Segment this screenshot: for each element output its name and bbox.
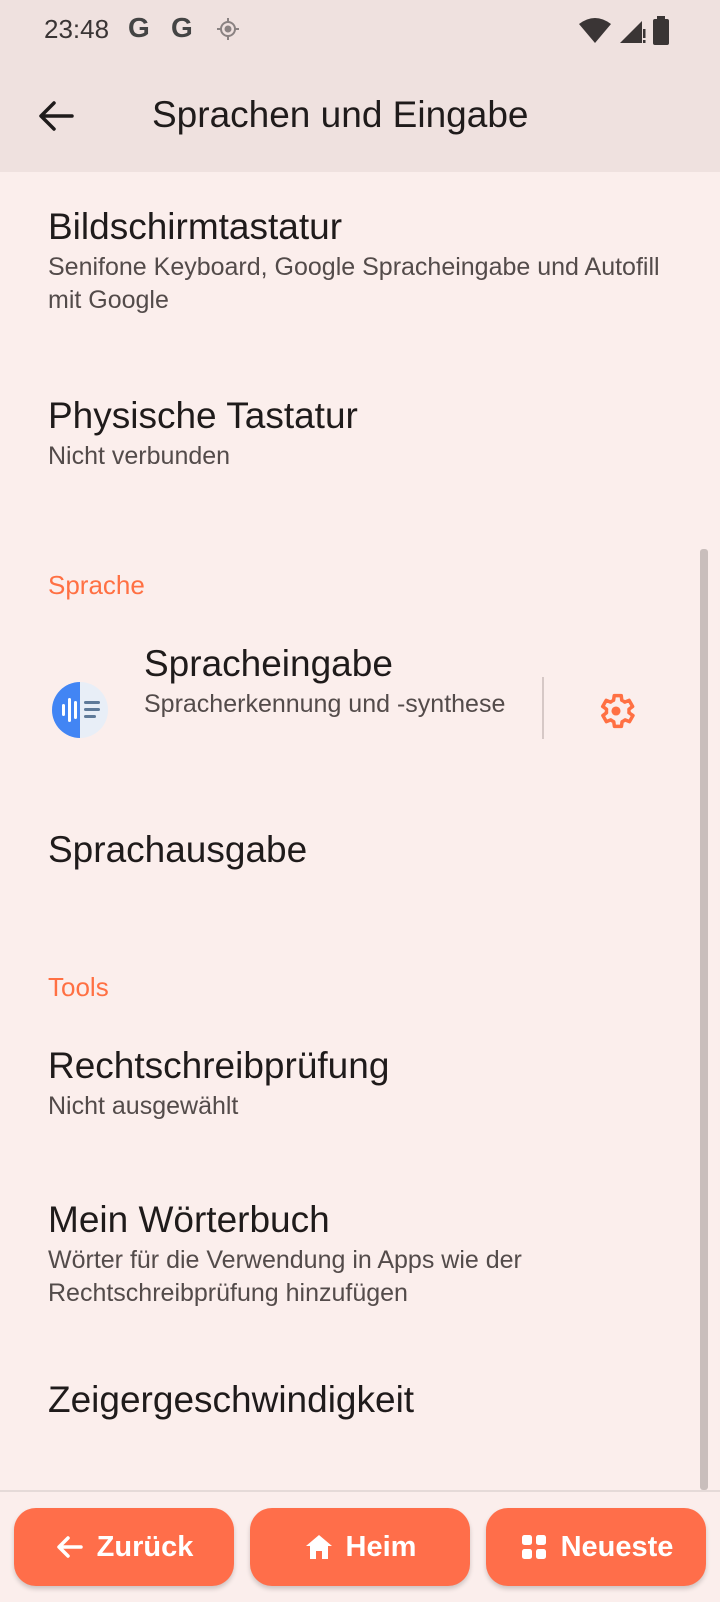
status-time: 23:48 [44,14,110,44]
setting-title: Spracheingabe [144,643,393,684]
app-bar: Sprachen und Eingabe [0,62,720,172]
recent-button[interactable]: Neueste [486,1508,706,1586]
setting-onscreen-keyboard[interactable]: Bildschirmtastatur Senifone Keyboard, Go… [48,205,680,317]
google-notification-icon-2: G [171,12,193,43]
setting-spellcheck[interactable]: Rechtschreibprüfung Nicht ausgewählt [48,1044,680,1123]
setting-title: Zeigergeschwindigkeit [48,1379,415,1420]
arrow-left-icon [56,1536,83,1558]
setting-subtitle: Senifone Keyboard, Google Spracheingabe … [48,253,660,314]
battery-icon [653,16,669,45]
setting-title: Physische Tastatur [48,395,358,436]
setting-subtitle: Nicht verbunden [48,442,231,470]
gear-icon[interactable] [595,690,637,732]
home-button-label: Heim [345,1530,417,1563]
google-notification-icon: G [128,12,150,43]
settings-list[interactable]: Bildschirmtastatur Senifone Keyboard, Go… [0,172,720,1490]
setting-subtitle: Spracherkennung und -synthese [144,690,506,718]
setting-tts[interactable]: Sprachausgabe [48,828,680,872]
back-arrow-icon[interactable] [36,96,76,136]
setting-title: Bildschirmtastatur [48,206,343,247]
wifi-icon [579,18,611,43]
setting-dictionary[interactable]: Mein Wörterbuch Wörter für die Verwendun… [48,1198,680,1310]
setting-title: Rechtschreibprüfung [48,1045,390,1086]
setting-subtitle: Nicht ausgewählt [48,1092,239,1120]
home-icon [305,1535,332,1559]
grid-icon [521,1535,546,1559]
setting-voice-input[interactable]: Spracheingabe Spracherkennung und -synth… [144,642,520,721]
section-header-tools: Tools [48,972,109,1002]
setting-title: Sprachausgabe [48,829,308,870]
location-icon [217,18,239,40]
back-button-label: Zurück [96,1530,194,1563]
section-header-language: Sprache [48,570,145,600]
bottom-navigation: Zurück Heim Neueste [0,1490,720,1602]
status-indicators [578,16,670,46]
status-bar: 23:48 G G [0,0,720,62]
back-button[interactable]: Zurück [14,1508,234,1586]
divider [542,677,544,739]
setting-subtitle: Wörter für die Verwendung in Apps wie de… [48,1246,522,1307]
page-title: Sprachen und Eingabe [152,94,529,135]
home-button[interactable]: Heim [250,1508,470,1586]
setting-pointer-speed[interactable]: Zeigergeschwindigkeit [48,1378,680,1422]
voice-input-icon [52,682,108,738]
recent-button-label: Neueste [560,1530,674,1563]
setting-title: Mein Wörterbuch [48,1199,330,1240]
scrollbar[interactable] [700,549,708,1490]
signal-icon [620,21,646,43]
setting-physical-keyboard[interactable]: Physische Tastatur Nicht verbunden [48,394,680,473]
